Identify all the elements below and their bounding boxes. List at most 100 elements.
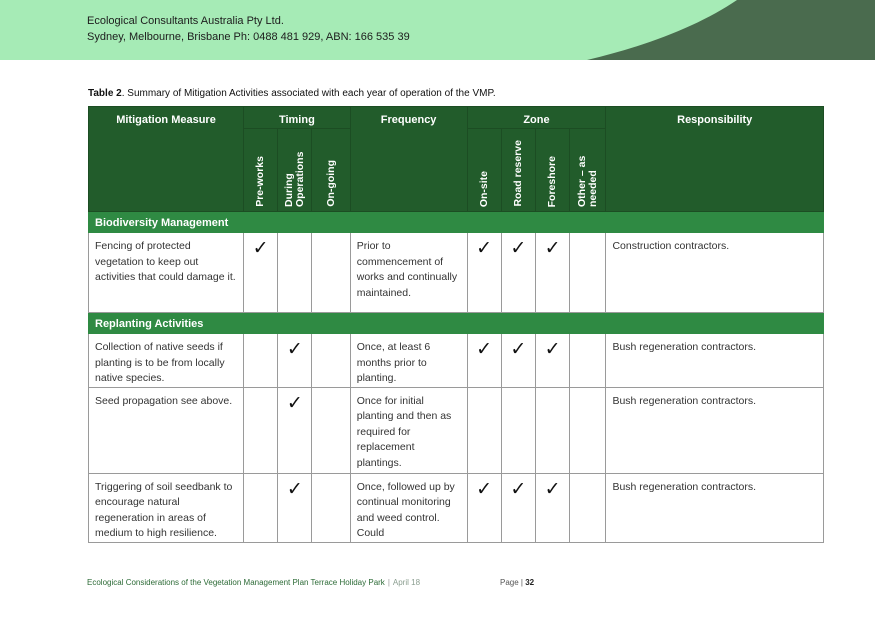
mitigation-measure: Fencing of protected vegetation to keep … [95,240,236,283]
table-row: Seed propagation see above. ✓ Once for ini… [87,386,824,474]
checkmark-icon: ✓ [286,392,303,414]
header-on-going: On-going [311,128,351,212]
zone-on-site-cell: ✓ [466,333,502,388]
page-label: Page | [500,578,523,587]
footer-separator: | [387,578,390,587]
frequency-cell: Once, followed up by continual monitorin… [349,472,468,543]
frequency-cell: Prior to commencement of works and conti… [349,232,468,313]
mitigation-measure-cell: Seed propagation see above. [87,386,245,474]
checkmark-icon: ✓ [286,339,303,360]
mitigation-measure: Triggering of soil seedbank to encourage… [95,480,233,540]
table-caption: Table 2. Summary of Mitigation Activitie… [88,88,496,99]
checkmark-icon: ✓ [544,478,561,500]
section-title: Replanting Activities [95,318,204,330]
timing-pre-works-cell [243,333,279,388]
table-row: Collection of native seeds if planting i… [87,333,824,388]
responsibility-cell: Bush regeneration contractors. [605,472,824,543]
table-row: Fencing of protected vegetation to keep … [87,232,824,313]
footer-date: April 18 [392,578,421,587]
zone-road-reserve-cell: ✓ [500,472,536,543]
section-title-cell: Replanting Activities [88,312,824,334]
checkmark-icon: ✓ [510,478,527,500]
responsibility-cell: Construction contractors. [605,232,824,313]
timing-pre-works-cell: ✓ [243,232,279,313]
checkmark-icon: ✓ [510,339,527,360]
timing-during-operations-cell: ✓ [277,472,313,543]
zone-other-as-needed-cell [569,472,607,543]
responsibility: Bush regeneration contractors. [612,341,757,353]
timing-during-operations-cell: ✓ [277,333,313,388]
company-header: Ecological Consultants Australia Pty Ltd… [87,13,410,45]
footer-title: Ecological Considerations of the Vegetat… [87,578,385,587]
section-title-cell: Biodiversity Management [88,211,824,233]
table-caption-text: . Summary of Mitigation Activities assoc… [121,88,496,99]
checkmark-icon: ✓ [252,238,269,259]
zone-on-site-cell: ✓ [466,472,502,543]
zone-road-reserve-cell: ✓ [500,333,536,388]
company-name: Ecological Consultants Australia Pty Ltd… [87,15,284,27]
header-timing: Timing [243,106,351,129]
timing-during-operations-cell: ✓ [277,386,313,474]
checkmark-icon: ✓ [476,339,493,360]
frequency: Once for initial planting and then as re… [356,394,452,469]
timing-on-going-cell [311,333,351,388]
frequency: Prior to commencement of works and conti… [356,240,458,299]
timing-on-going-cell [311,386,351,474]
header-road-reserve: Road reserve [500,128,536,212]
footer: Ecological Considerations of the Vegetat… [87,578,420,587]
header-responsibility: Responsibility [605,106,824,212]
company-contact: Sydney, Melbourne, Brisbane Ph: 0488 481… [87,31,410,43]
zone-foreshore-cell: ✓ [534,333,571,388]
frequency-cell: Once, at least 6 months prior to plantin… [349,333,468,388]
frequency: Once, followed up by continual monitorin… [356,480,455,540]
header-on-site: On-site [466,128,502,212]
timing-during-operations-cell [277,232,313,313]
zone-other-as-needed-cell [569,333,607,388]
mitigation-measure-cell: Collection of native seeds if planting i… [87,333,245,388]
header-pre-works: Pre-works [243,128,279,212]
checkmark-icon: ✓ [476,238,493,259]
timing-on-going-cell [311,472,351,543]
mitigation-table: Mitigation Measure Timing Frequency Zone… [87,106,824,543]
header-foreshore: Foreshore [534,128,571,212]
header-other-as-needed: Other – as needed [569,128,607,212]
zone-on-site-cell [466,386,502,474]
frequency: Once, at least 6 months prior to plantin… [356,341,431,384]
zone-road-reserve-cell [500,386,536,474]
table-row: Triggering of soil seedbank to encourage… [87,472,824,543]
responsibility: Bush regeneration contractors. [612,394,757,407]
header-during-operations: During Operations [277,128,313,212]
mitigation-measure: Seed propagation see above. [95,394,233,407]
responsibility: Construction contractors. [612,240,730,252]
checkmark-icon: ✓ [544,339,561,360]
frequency-cell: Once for initial planting and then as re… [349,386,468,474]
timing-pre-works-cell [243,386,279,474]
zone-foreshore-cell: ✓ [534,472,571,543]
zone-other-as-needed-cell [569,386,607,474]
zone-on-site-cell: ✓ [466,232,502,313]
table-caption-label: Table 2 [88,88,122,99]
checkmark-icon: ✓ [286,478,303,500]
page-number-value: 32 [525,578,535,587]
mitigation-measure: Collection of native seeds if planting i… [95,341,225,384]
responsibility-cell: Bush regeneration contractors. [605,333,824,388]
mitigation-measure-cell: Triggering of soil seedbank to encourage… [87,472,245,543]
zone-foreshore-cell [534,386,571,474]
page-number: Page | 32 [500,578,534,587]
section-title: Biodiversity Management [95,217,229,229]
timing-on-going-cell [311,232,351,313]
checkmark-icon: ✓ [476,478,493,500]
timing-pre-works-cell [243,472,279,543]
zone-foreshore-cell: ✓ [534,232,571,313]
swoosh-shape [587,0,875,60]
checkmark-icon: ✓ [510,238,527,259]
section-row: Replanting Activities [88,312,824,334]
section-row: Biodiversity Management [88,211,824,233]
zone-road-reserve-cell: ✓ [500,232,536,313]
header-frequency: Frequency [349,106,468,212]
mitigation-measure-cell: Fencing of protected vegetation to keep … [87,232,245,313]
responsibility: Bush regeneration contractors. [612,480,757,493]
zone-other-as-needed-cell [569,232,607,313]
header-mitigation-measure: Mitigation Measure [87,106,245,212]
header-zone: Zone [466,106,607,129]
